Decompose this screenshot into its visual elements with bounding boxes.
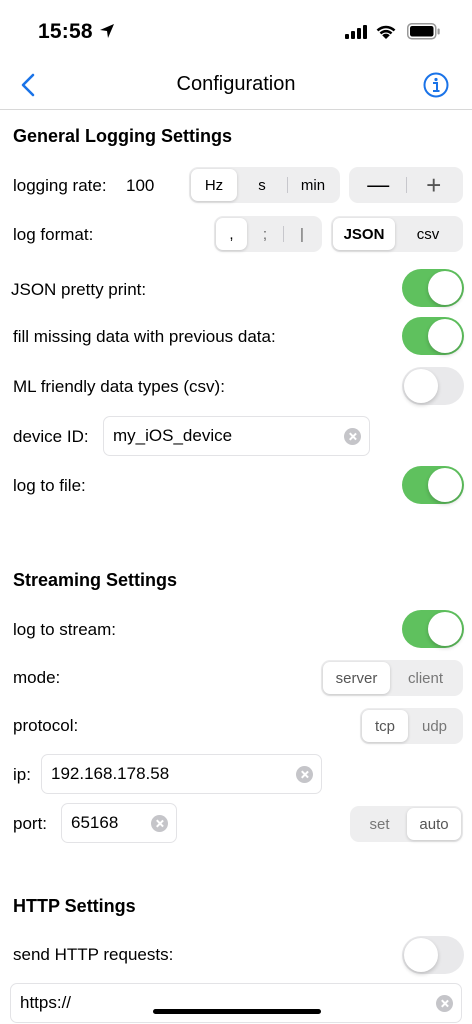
http-url-field[interactable]: https:// (10, 983, 462, 1023)
separator-segmented: , ; | (214, 216, 322, 252)
clear-icon[interactable] (151, 815, 168, 832)
json-pretty-toggle[interactable] (402, 269, 464, 307)
port-value: 65168 (71, 813, 119, 832)
log-format-label: log format: (13, 225, 94, 244)
ml-friendly-toggle[interactable] (402, 367, 464, 405)
status-bar: 15:58 (0, 0, 472, 60)
toggle-knob (428, 319, 462, 353)
send-http-label: send HTTP requests: (13, 945, 174, 964)
log-to-stream-toggle[interactable] (402, 610, 464, 648)
battery-icon (407, 23, 440, 40)
general-section-title: General Logging Settings (13, 126, 233, 146)
cellular-signal-icon (345, 25, 367, 39)
port-mode-auto[interactable]: auto (407, 808, 461, 840)
protocol-udp[interactable]: udp (408, 710, 461, 742)
wifi-icon (376, 25, 396, 39)
http-section-title: HTTP Settings (13, 896, 136, 916)
json-pretty-label: JSON pretty print: (11, 280, 147, 299)
clear-icon[interactable] (344, 428, 361, 445)
toggle-knob (428, 612, 462, 646)
device-id-label: device ID: (13, 427, 89, 446)
log-to-stream-label: log to stream: (13, 620, 116, 639)
toggle-knob (428, 271, 462, 305)
ml-friendly-label: ML friendly data types (csv): (13, 377, 225, 396)
device-id-value: my_iOS_device (113, 426, 233, 445)
log-to-file-toggle[interactable] (402, 466, 464, 504)
rate-unit-hz[interactable]: Hz (191, 169, 237, 201)
mode-client[interactable]: client (390, 662, 461, 694)
format-csv[interactable]: csv (395, 218, 461, 250)
home-indicator (153, 1009, 321, 1014)
port-field[interactable]: 65168 (61, 803, 177, 843)
rate-unit-s[interactable]: s (237, 169, 287, 201)
protocol-label: protocol: (13, 716, 79, 735)
toggle-knob (404, 938, 438, 972)
stepper-increment-button[interactable]: + (406, 169, 461, 201)
ip-label: ip: (13, 765, 31, 784)
send-http-toggle[interactable] (402, 936, 464, 974)
http-url-value: https:// (20, 993, 72, 1012)
streaming-section-title: Streaming Settings (13, 570, 178, 590)
log-to-file-label: log to file: (13, 476, 86, 495)
page-title: Configuration (176, 73, 296, 95)
rate-stepper: — + (349, 167, 463, 203)
fill-missing-label: fill missing data with previous data: (13, 327, 276, 346)
logging-rate-label: logging rate: (13, 176, 107, 195)
mode-server[interactable]: server (323, 662, 390, 694)
info-icon[interactable] (423, 72, 449, 98)
toggle-knob (404, 369, 438, 403)
port-label: port: (13, 814, 48, 833)
fill-missing-toggle[interactable] (402, 317, 464, 355)
format-segmented: JSON csv (331, 216, 463, 252)
mode-segmented: server client (321, 660, 463, 696)
port-mode-segmented: set auto (350, 806, 463, 842)
logging-rate-value: 100 (126, 176, 155, 195)
separator-pipe[interactable]: | (284, 218, 320, 250)
separator-semicolon[interactable]: ; (247, 218, 283, 250)
rate-unit-segmented: Hz s min (189, 167, 340, 203)
navigation-bar: Configuration (0, 60, 472, 110)
mode-label: mode: (13, 668, 61, 687)
clear-icon[interactable] (436, 995, 453, 1012)
ip-field[interactable]: 192.168.178.58 (41, 754, 322, 794)
separator-comma[interactable]: , (216, 218, 247, 250)
location-arrow-icon (100, 24, 114, 38)
protocol-tcp[interactable]: tcp (362, 710, 408, 742)
device-id-field[interactable]: my_iOS_device (103, 416, 370, 456)
protocol-segmented: tcp udp (360, 708, 463, 744)
status-time: 15:58 (38, 20, 93, 43)
clear-icon[interactable] (296, 766, 313, 783)
format-json[interactable]: JSON (333, 218, 395, 250)
stepper-decrement-button[interactable]: — (351, 169, 406, 201)
port-mode-set[interactable]: set (352, 808, 407, 840)
toggle-knob (428, 468, 462, 502)
rate-unit-min[interactable]: min (288, 169, 338, 201)
ip-value: 192.168.178.58 (51, 764, 170, 783)
